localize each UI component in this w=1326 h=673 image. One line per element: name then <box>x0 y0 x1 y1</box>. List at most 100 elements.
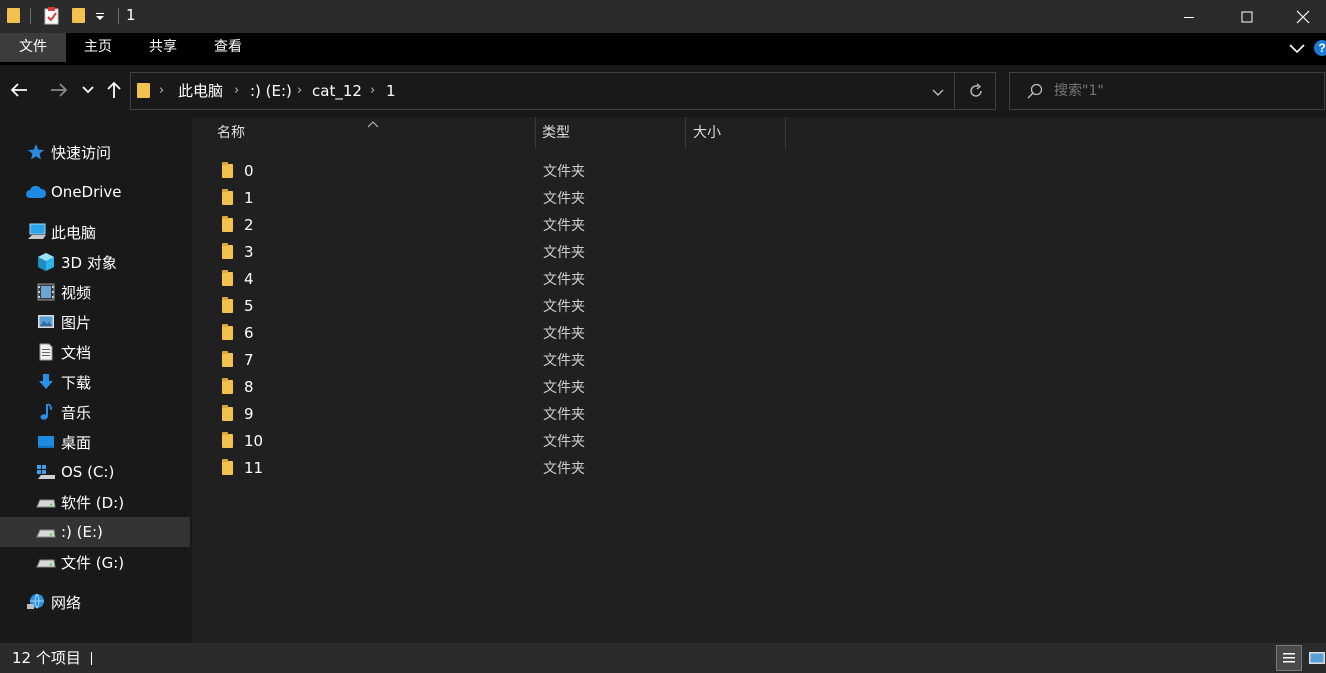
search-input[interactable] <box>1054 77 1314 105</box>
breadcrumb-separator: › <box>159 83 165 98</box>
file-type: 文件夹 <box>543 325 585 342</box>
tab-home[interactable]: 主页 <box>68 33 128 62</box>
sidebar-item-drive-e[interactable]: :) (E:) <box>0 517 190 547</box>
sidebar-item-label: 图片 <box>61 313 92 332</box>
table-row[interactable]: 2 文件夹 <box>212 211 912 238</box>
help-icon[interactable]: ? <box>1313 39 1326 57</box>
picture-icon <box>37 314 55 330</box>
sidebar-item-label: OS (C:) <box>61 463 115 481</box>
close-icon <box>1296 10 1310 23</box>
column-divider[interactable] <box>685 117 686 149</box>
minimize-icon <box>1184 16 1194 18</box>
arrow-up-icon <box>107 81 121 98</box>
table-row[interactable]: 10 文件夹 <box>212 427 912 454</box>
sidebar-item-label: 文档 <box>61 343 92 362</box>
cloud-icon <box>25 184 47 200</box>
document-icon <box>38 343 54 361</box>
arrow-left-icon <box>10 83 27 97</box>
table-row[interactable]: 9 文件夹 <box>212 400 912 427</box>
table-row[interactable]: 6 文件夹 <box>212 319 912 346</box>
sidebar-item-downloads[interactable]: 下载 <box>0 367 190 397</box>
status-bar: 12 个项目 <box>0 643 1326 673</box>
breadcrumb-drive-e[interactable]: :) (E:) <box>250 73 292 109</box>
folder-icon <box>222 459 233 475</box>
breadcrumb-separator: › <box>234 83 240 98</box>
file-type: 文件夹 <box>543 352 585 369</box>
maximize-button[interactable] <box>1224 0 1270 33</box>
chevron-down-icon <box>82 86 94 94</box>
column-header-name[interactable]: 名称 <box>217 117 245 149</box>
new-folder-icon[interactable] <box>72 8 85 23</box>
search-box[interactable] <box>1009 72 1325 110</box>
minimize-button[interactable] <box>1166 0 1212 33</box>
folder-icon <box>222 432 233 448</box>
breadcrumb-this-pc[interactable]: 此电脑 <box>178 73 223 109</box>
file-name: 0 <box>244 161 254 180</box>
sidebar-item-this-pc[interactable]: 此电脑 <box>0 217 190 247</box>
sidebar-item-label: 视频 <box>61 283 92 302</box>
file-name: 1 <box>244 188 254 207</box>
column-header-size[interactable]: 大小 <box>693 117 721 149</box>
video-icon <box>37 283 55 301</box>
sidebar-item-pictures[interactable]: 图片 <box>0 307 190 337</box>
tab-file[interactable]: 文件 <box>0 33 66 62</box>
table-row[interactable]: 7 文件夹 <box>212 346 912 373</box>
large-icons-view-button[interactable] <box>1304 645 1326 671</box>
table-row[interactable]: 3 文件夹 <box>212 238 912 265</box>
table-row[interactable]: 4 文件夹 <box>212 265 912 292</box>
drive-icon <box>36 555 56 569</box>
sidebar-item-3d-objects[interactable]: 3D 对象 <box>0 247 190 277</box>
table-row[interactable]: 1 文件夹 <box>212 184 912 211</box>
address-bar[interactable]: › 此电脑 › :) (E:) › cat_12 › 1 <box>130 72 996 110</box>
chevron-down-icon[interactable] <box>1288 41 1306 55</box>
sidebar-item-label: 文件 (G:) <box>61 553 125 572</box>
table-row[interactable]: 0 文件夹 <box>212 157 912 184</box>
sidebar-item-videos[interactable]: 视频 <box>0 277 190 307</box>
breadcrumb-cat-12[interactable]: cat_12 <box>312 73 362 109</box>
sidebar-item-onedrive[interactable]: OneDrive <box>0 177 190 207</box>
cube-icon <box>36 252 56 272</box>
column-divider[interactable] <box>785 117 786 149</box>
caret-down-icon[interactable] <box>94 10 106 22</box>
folder-icon <box>222 189 233 205</box>
sidebar-item-drive-d[interactable]: 软件 (D:) <box>0 487 190 517</box>
sidebar-item-documents[interactable]: 文档 <box>0 337 190 367</box>
column-header-type[interactable]: 类型 <box>542 117 570 149</box>
file-type: 文件夹 <box>543 217 585 234</box>
details-view-button[interactable] <box>1276 645 1302 671</box>
sidebar-item-label: OneDrive <box>51 183 122 201</box>
separator <box>91 652 92 665</box>
sidebar-item-drive-c[interactable]: OS (C:) <box>0 457 190 487</box>
close-button[interactable] <box>1280 0 1326 33</box>
recent-locations-button[interactable] <box>80 81 96 99</box>
forward-button[interactable] <box>48 79 70 101</box>
tab-view[interactable]: 查看 <box>198 33 258 62</box>
sidebar-item-drive-g[interactable]: 文件 (G:) <box>0 547 190 577</box>
refresh-icon[interactable] <box>967 82 985 100</box>
table-row[interactable]: 5 文件夹 <box>212 292 912 319</box>
desktop-icon <box>37 434 55 450</box>
breadcrumb-1[interactable]: 1 <box>386 73 396 109</box>
up-button[interactable] <box>104 79 124 101</box>
back-button[interactable] <box>8 79 30 101</box>
file-type: 文件夹 <box>543 379 585 396</box>
table-row[interactable]: 11 文件夹 <box>212 454 912 481</box>
network-icon <box>26 593 46 611</box>
arrow-right-icon <box>51 83 68 97</box>
tab-share[interactable]: 共享 <box>133 33 193 62</box>
separator <box>954 73 955 109</box>
properties-icon[interactable] <box>44 7 60 25</box>
sidebar-item-label: 下载 <box>61 373 92 392</box>
sidebar-item-label: 此电脑 <box>51 223 97 242</box>
ribbon-tabs: 文件 主页 共享 查看 ? <box>0 33 1326 65</box>
folder-icon <box>222 216 233 232</box>
sidebar-item-network[interactable]: 网络 <box>0 587 190 617</box>
sidebar-item-desktop[interactable]: 桌面 <box>0 427 190 457</box>
sidebar-item-music[interactable]: 音乐 <box>0 397 190 427</box>
address-dropdown-icon[interactable] <box>931 86 945 96</box>
column-divider[interactable] <box>535 117 536 149</box>
folder-icon <box>222 297 233 313</box>
sidebar-item-quick-access[interactable]: 快速访问 <box>0 137 190 167</box>
table-row[interactable]: 8 文件夹 <box>212 373 912 400</box>
file-name: 4 <box>244 269 254 288</box>
